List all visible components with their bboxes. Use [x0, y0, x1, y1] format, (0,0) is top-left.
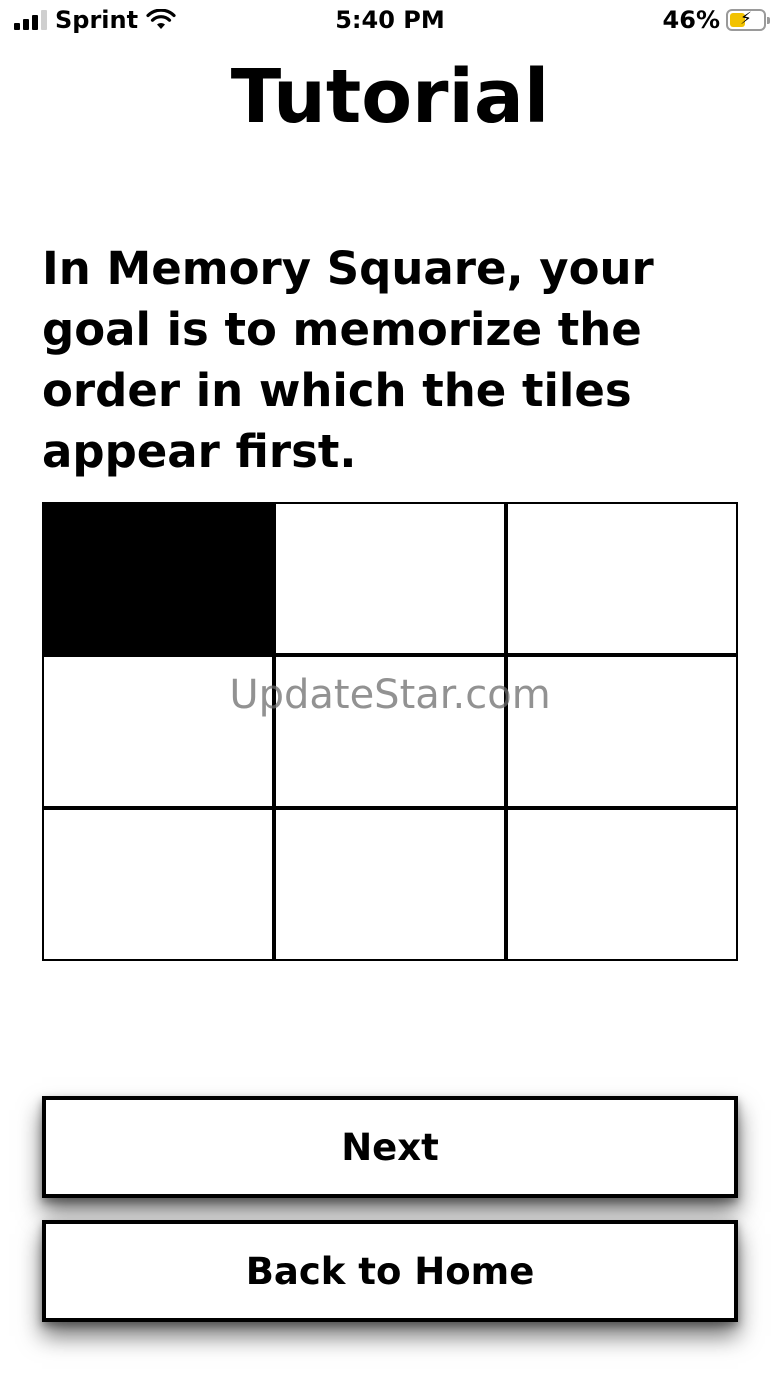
next-button[interactable]: Next: [42, 1096, 738, 1198]
memory-tile-grid: [42, 502, 738, 961]
battery-charging-icon: ⚡: [726, 9, 770, 31]
memory-tile[interactable]: [276, 504, 504, 653]
memory-tile[interactable]: [44, 810, 272, 959]
memory-tile[interactable]: [508, 504, 736, 653]
memory-tile[interactable]: [44, 504, 272, 653]
page-title: Tutorial: [230, 54, 550, 140]
memory-tile[interactable]: [508, 657, 736, 806]
memory-tile[interactable]: [44, 657, 272, 806]
charging-bolt-icon: ⚡: [740, 9, 752, 29]
status-right: 46% ⚡: [662, 6, 770, 34]
memory-tile[interactable]: [508, 810, 736, 959]
tutorial-instruction: In Memory Square, your goal is to memori…: [42, 242, 654, 478]
memory-tile[interactable]: [276, 810, 504, 959]
battery-percent: 46%: [662, 6, 720, 34]
memory-tile[interactable]: [276, 657, 504, 806]
status-bar: Sprint 5:40 PM 46% ⚡: [0, 0, 780, 42]
back-to-home-button[interactable]: Back to Home: [42, 1220, 738, 1322]
